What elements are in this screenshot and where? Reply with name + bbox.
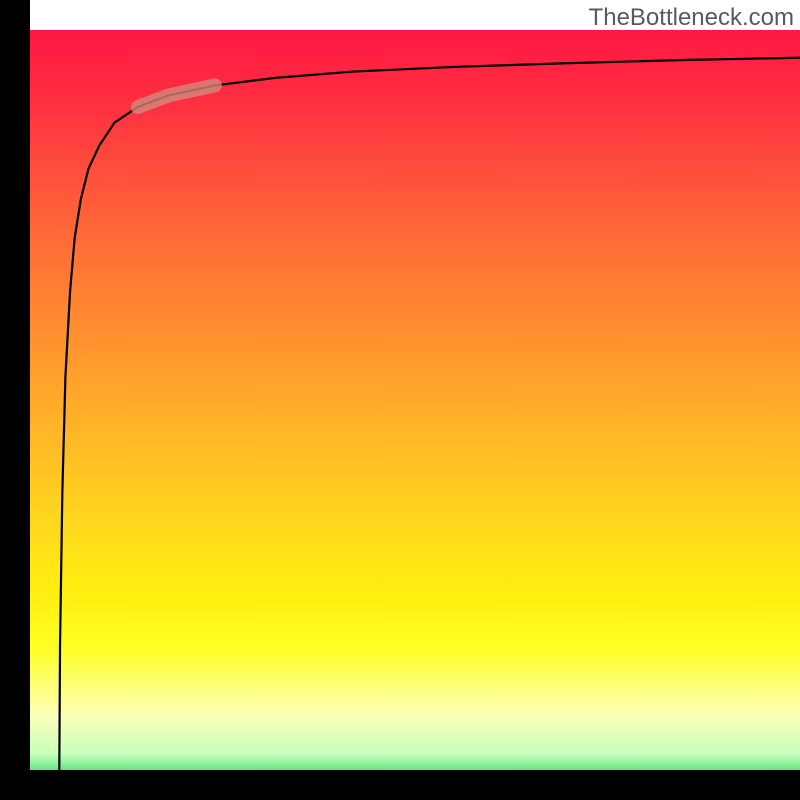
chart-stage: TheBottleneck.com — [0, 0, 800, 800]
curve-svg — [30, 30, 800, 800]
watermark-text: TheBottleneck.com — [589, 4, 794, 32]
y-axis — [0, 0, 30, 800]
curve-highlight-segment — [138, 85, 215, 107]
curve-layer — [30, 30, 800, 800]
bottleneck-curve — [59, 58, 800, 777]
